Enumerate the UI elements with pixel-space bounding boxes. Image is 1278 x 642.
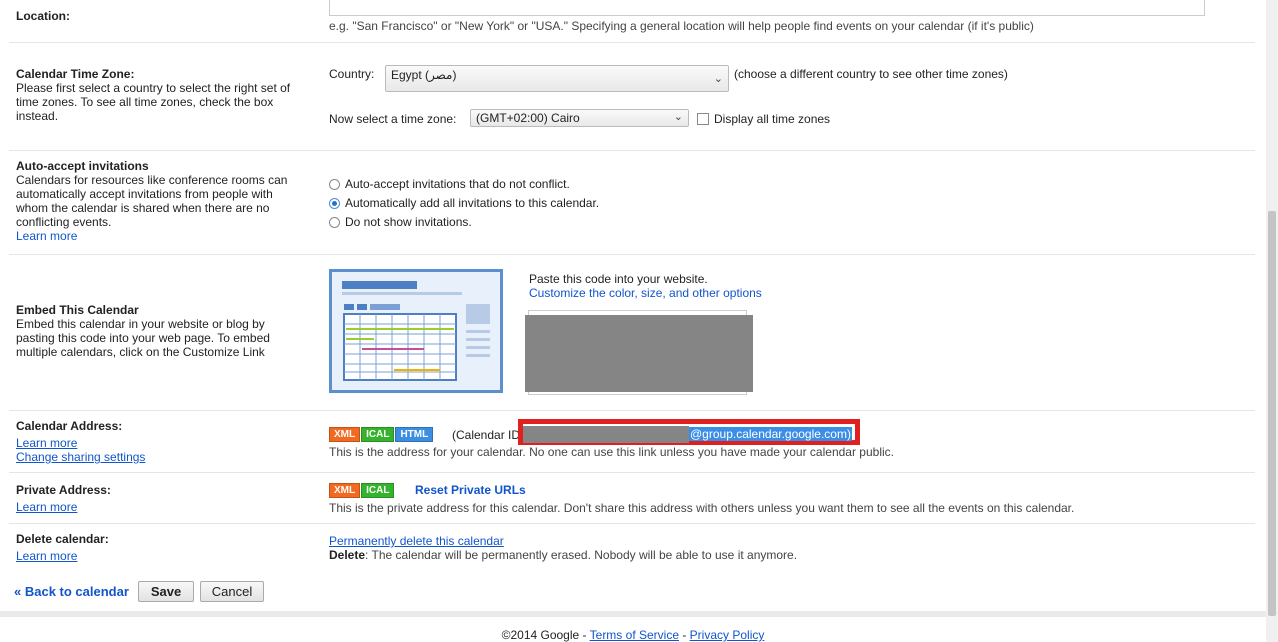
html-feed-button[interactable]: HTML (395, 427, 434, 442)
chevron-down-icon: ⌄ (713, 73, 723, 85)
calendar-address-title: Calendar Address: (16, 419, 123, 433)
footer-copyright: ©2014 Google - (501, 628, 590, 642)
chevron-down-icon: ⌄ (673, 111, 683, 123)
private-address-label-block: Private Address: Learn more (16, 483, 306, 514)
option-label: Auto-accept invitations that do not conf… (345, 177, 570, 191)
xml-feed-button[interactable]: XML (329, 427, 361, 442)
footer: ©2014 Google - Terms of Service - Privac… (0, 628, 1266, 642)
timezone-row: Calendar Time Zone: Please first select … (9, 43, 1255, 151)
embed-paste-text: Paste this code into your website. (529, 272, 708, 286)
location-hint: e.g. "San Francisco" or "New York" or "U… (329, 19, 1034, 33)
delete-calendar-title: Delete calendar: (16, 532, 109, 546)
privacy-policy-link[interactable]: Privacy Policy (690, 628, 765, 642)
location-input[interactable] (329, 0, 1205, 16)
terms-of-service-link[interactable]: Terms of Service (590, 628, 679, 642)
footer-separator: - (679, 628, 690, 642)
radio-button-selected[interactable] (329, 198, 340, 209)
auto-accept-desc: Calendars for resources like conference … (16, 173, 288, 229)
permanently-delete-link[interactable]: Permanently delete this calendar (329, 534, 504, 548)
display-all-timezones[interactable]: Display all time zones (697, 112, 830, 126)
delete-calendar-label-block: Delete calendar: Learn more (16, 532, 306, 563)
embed-customize-link[interactable]: Customize the color, size, and other opt… (529, 286, 762, 300)
timezone-title: Calendar Time Zone: (16, 67, 135, 81)
timezone-value: (GMT+02:00) Cairo (476, 111, 580, 125)
country-select[interactable]: Egypt (مصر) ⌄ (385, 65, 729, 92)
country-hint: (choose a different country to see other… (734, 67, 1008, 81)
delete-note: Delete: The calendar will be permanently… (329, 548, 797, 562)
radio-button[interactable] (329, 179, 340, 190)
embed-label-block: Embed This Calendar Embed this calendar … (16, 303, 306, 359)
delete-calendar-row: Delete calendar: Learn more Permanently … (9, 524, 1255, 570)
auto-accept-option-1[interactable]: Auto-accept invitations that do not conf… (329, 177, 570, 191)
delete-bold: Delete (329, 548, 366, 562)
private-address-row: Private Address: Learn more XML ICAL Rese… (9, 473, 1255, 524)
auto-accept-row: Auto-accept invitations Calendars for re… (9, 151, 1255, 255)
private-address-title: Private Address: (16, 483, 111, 497)
embed-code-redaction (525, 315, 753, 392)
calendar-id-highlight-box: @group.calendar.google.com) (518, 419, 860, 445)
auto-accept-title: Auto-accept invitations (16, 159, 149, 173)
delete-learn-more-link[interactable]: Learn more (16, 549, 306, 563)
calendar-address-learn-more-link[interactable]: Learn more (16, 436, 306, 450)
calendar-preview-image (332, 272, 500, 390)
timezone-select[interactable]: (GMT+02:00) Cairo ⌄ (470, 109, 689, 127)
scrollbar-thumb[interactable] (1268, 211, 1276, 616)
auto-accept-option-2[interactable]: Automatically add all invitations to thi… (329, 196, 599, 210)
country-label: Country: (329, 67, 375, 81)
calendar-address-row: Calendar Address: Learn more Change shar… (9, 411, 1255, 473)
private-ical-button[interactable]: ICAL (361, 483, 395, 498)
option-label: Do not show invitations. (345, 215, 472, 229)
location-row: Location: e.g. "San Francisco" or "New Y… (9, 0, 1255, 43)
cancel-button[interactable]: Cancel (200, 581, 264, 602)
calendar-id-redaction (523, 426, 689, 443)
calendar-settings-page: Location: e.g. "San Francisco" or "New Y… (0, 0, 1278, 642)
private-xml-button[interactable]: XML (329, 483, 361, 498)
reset-private-urls-link[interactable]: Reset Private URLs (415, 483, 526, 497)
save-button[interactable]: Save (138, 581, 194, 602)
embed-desc: Embed this calendar in your website or b… (16, 317, 270, 359)
display-all-label: Display all time zones (714, 112, 831, 126)
auto-accept-learn-more-link[interactable]: Learn more (16, 229, 306, 243)
settings-content: Location: e.g. "San Francisco" or "New Y… (0, 0, 1266, 642)
calendar-address-label-block: Calendar Address: Learn more Change shar… (16, 419, 306, 464)
timezone-label-block: Calendar Time Zone: Please first select … (16, 67, 306, 123)
calendar-address-tags: XML ICAL HTML (329, 426, 434, 442)
auto-accept-option-3[interactable]: Do not show invitations. (329, 215, 472, 229)
radio-button[interactable] (329, 217, 340, 228)
calendar-address-note: This is the address for your calendar. N… (329, 445, 894, 459)
private-address-learn-more-link[interactable]: Learn more (16, 500, 306, 514)
calendar-id-prefix: (Calendar ID (452, 428, 521, 442)
back-to-calendar-link[interactable]: « Back to calendar (14, 584, 129, 599)
display-all-checkbox[interactable] (697, 113, 709, 125)
embed-title: Embed This Calendar (16, 303, 139, 317)
embed-calendar-illustration (329, 269, 503, 393)
option-label: Automatically add all invitations to thi… (345, 196, 600, 210)
ical-feed-button[interactable]: ICAL (361, 427, 395, 442)
location-label: Location: (16, 9, 70, 23)
change-sharing-settings-link[interactable]: Change sharing settings (16, 450, 306, 464)
timezone-desc: Please first select a country to select … (16, 81, 291, 123)
footer-divider (0, 611, 1266, 617)
calendar-id-domain[interactable]: @group.calendar.google.com) (689, 427, 852, 441)
private-address-note: This is the private address for this cal… (329, 501, 1075, 515)
auto-accept-label-block: Auto-accept invitations Calendars for re… (16, 159, 306, 243)
vertical-scrollbar[interactable] (1266, 0, 1278, 642)
private-address-tags: XML ICAL (329, 482, 395, 498)
timezone-select-label: Now select a time zone: (329, 112, 457, 126)
embed-row: Embed This Calendar Embed this calendar … (9, 255, 1255, 411)
country-value: Egypt (مصر) (391, 68, 457, 82)
delete-note-text: : The calendar will be permanently erase… (365, 548, 798, 562)
